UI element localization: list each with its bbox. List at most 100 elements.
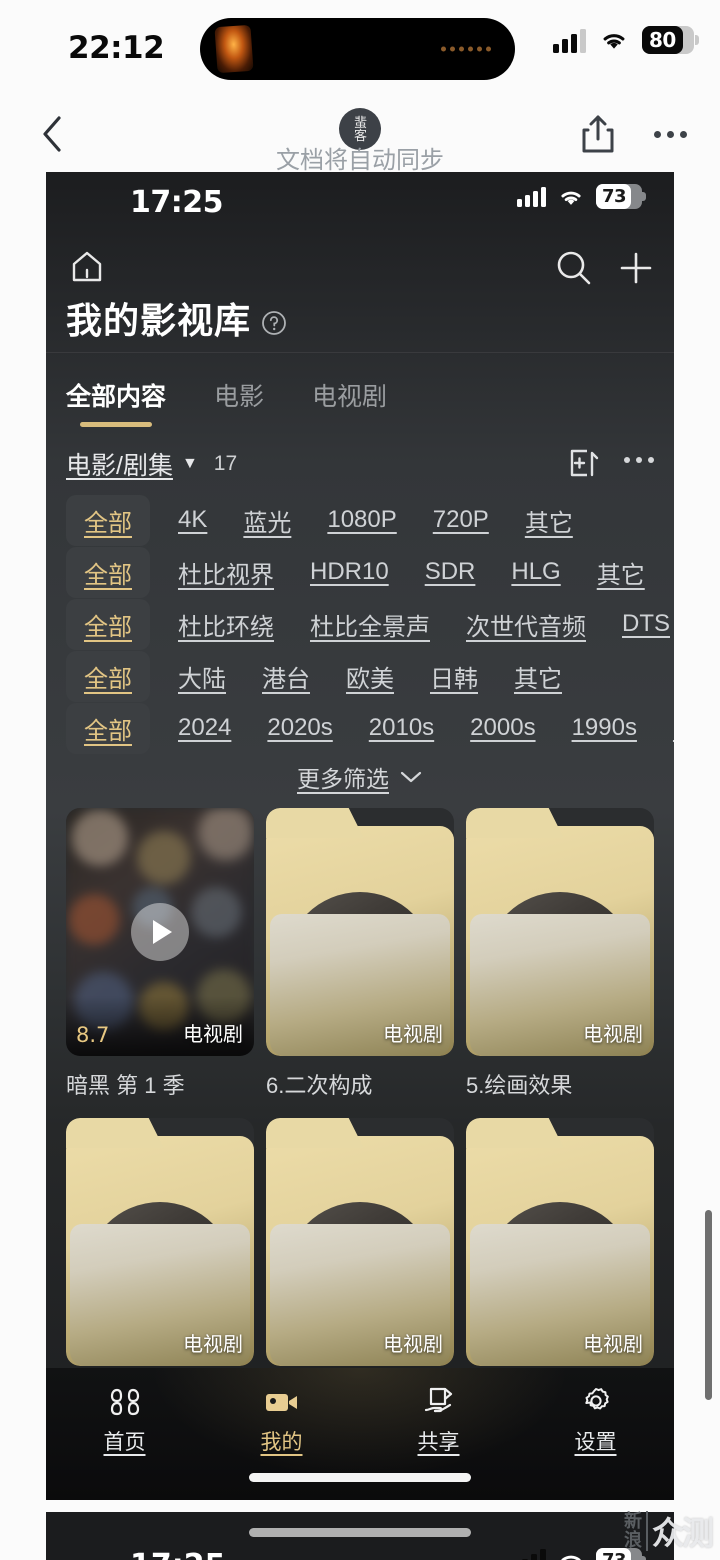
wifi-icon — [561, 191, 581, 205]
chip-item[interactable]: 2010s — [351, 714, 452, 742]
chip-item[interactable]: SDR — [407, 558, 494, 586]
chip-item[interactable]: 4K — [160, 506, 225, 534]
chevron-down-icon[interactable]: ▼ — [182, 455, 198, 473]
type-badge: 电视剧 — [583, 1024, 643, 1046]
battery-percent: 73 — [602, 186, 627, 207]
filter-row-audio: 全部 杜比环绕 杜比全景声 次世代音频 DTS 其它 — [46, 598, 674, 650]
screenshot-page: 22:12 80 蜚 客 文档将自动同步 17:25 73 我的影视库 全部内容… — [0, 0, 720, 1560]
chip-all[interactable]: 全部 — [66, 546, 150, 598]
bottom-nav-label: 共享 — [417, 1431, 460, 1454]
media-thumbnail[interactable]: 电视剧 — [266, 808, 454, 1056]
watermark-right: 众测 — [651, 1515, 714, 1551]
media-card[interactable]: 8.7 电视剧 暗黑 第 1 季 — [66, 808, 254, 1100]
chip-all[interactable]: 全部 — [66, 650, 150, 702]
help-circle-icon[interactable] — [261, 310, 287, 336]
bottom-nav-label: 设置 — [574, 1431, 617, 1454]
bottom-nav-item-settings[interactable]: 设置 — [517, 1368, 674, 1500]
chip-item[interactable]: 港台 — [244, 659, 328, 694]
bottom-navigation-bar: 首页 我的 共享 设置 — [46, 1368, 674, 1500]
filter-row-year: 全部 2024 2020s 2010s 2000s 1990s 1980s — [46, 702, 674, 754]
chip-item[interactable]: 日韩 — [412, 659, 496, 694]
embedded-app-background: 17:25 73 我的影视库 全部内容 电影 电视剧 电影/剧集 ▼ 17 全部… — [46, 172, 674, 1500]
more-filters-label: 更多筛选 — [297, 766, 389, 792]
type-badge: 电视剧 — [383, 1024, 443, 1046]
tab-tv-series[interactable]: 电视剧 — [312, 377, 387, 427]
search-icon — [557, 251, 591, 285]
more-horizontal-icon — [624, 457, 630, 463]
watermark: 新 浪 众测 — [624, 1508, 714, 1554]
media-card[interactable]: 电视剧 2.清晰化 — [466, 1118, 654, 1410]
tab-movies[interactable]: 电影 — [214, 377, 264, 427]
filter-row-dynamic-range: 全部 杜比视界 HDR10 SDR HLG 其它 — [46, 546, 674, 598]
chip-item[interactable]: HLG — [493, 558, 578, 586]
more-filters-button[interactable]: 更多筛选 — [46, 760, 674, 794]
media-card[interactable]: 电视剧 4.身形修饰 — [66, 1118, 254, 1410]
media-thumbnail[interactable]: 电视剧 — [66, 1118, 254, 1366]
add-button[interactable] — [614, 246, 662, 294]
play-button[interactable] — [131, 903, 189, 961]
gear-icon — [579, 1384, 613, 1420]
chip-all[interactable]: 全部 — [66, 702, 150, 754]
filter-header: 电影/剧集 ▼ 17 — [66, 444, 654, 484]
tab-all-content[interactable]: 全部内容 — [66, 377, 166, 427]
battery-percent: 73 — [596, 1550, 627, 1560]
chip-item[interactable]: 2020s — [249, 714, 350, 742]
filter-row-resolution: 全部 4K 蓝光 1080P 720P 其它 — [46, 494, 674, 546]
chip-item[interactable]: 杜比环绕 — [160, 607, 292, 642]
media-thumbnail[interactable]: 电视剧 — [466, 808, 654, 1056]
home-indicator — [249, 1473, 471, 1482]
chip-item[interactable]: 其它 — [579, 555, 663, 590]
media-card[interactable]: 电视剧 6.二次构成 — [266, 808, 454, 1100]
search-button[interactable] — [552, 246, 600, 294]
chip-item[interactable]: 杜比视界 — [160, 555, 292, 590]
sort-add-icon[interactable] — [566, 446, 600, 480]
battery-icon: 73 — [596, 184, 646, 209]
chip-item[interactable]: 1080P — [309, 506, 414, 534]
chip-all[interactable]: 全部 — [66, 494, 150, 546]
chip-item[interactable]: 其它 — [496, 659, 580, 694]
page-title-row: 我的影视库 — [66, 292, 287, 344]
video-camera-icon — [264, 1384, 300, 1420]
type-badge: 电视剧 — [183, 1024, 243, 1046]
chip-item[interactable]: 欧美 — [328, 659, 412, 694]
share-folder-icon — [422, 1384, 456, 1420]
chip-item[interactable]: 1990s — [554, 714, 655, 742]
chip-item[interactable]: 其它 — [507, 503, 591, 538]
embedded-screenshot: 17:25 73 我的影视库 全部内容 电影 电视剧 电影/剧集 ▼ 17 全部… — [46, 172, 674, 1500]
os-status-indicators: 80 — [553, 26, 699, 54]
media-thumbnail[interactable]: 电视剧 — [266, 1118, 454, 1366]
wifi-icon — [603, 34, 625, 49]
media-thumbnail[interactable]: 8.7 电视剧 — [66, 808, 254, 1056]
play-icon — [153, 920, 172, 944]
filter-more-button[interactable] — [624, 457, 654, 463]
media-title: 6.二次构成 — [266, 1073, 373, 1098]
chip-item[interactable]: 2000s — [452, 714, 553, 742]
media-card[interactable]: 电视剧 3.面部修饰 — [266, 1118, 454, 1410]
home-button[interactable] — [66, 246, 114, 294]
chip-item[interactable]: HDR10 — [292, 558, 407, 586]
chip-item[interactable]: 蓝光 — [225, 503, 309, 538]
chip-item[interactable]: 次世代音频 — [448, 607, 604, 642]
chip-item[interactable]: 720P — [415, 506, 507, 534]
filter-category-label[interactable]: 电影/剧集 — [66, 446, 173, 482]
media-card[interactable]: 电视剧 5.绘画效果 — [466, 808, 654, 1100]
chip-item[interactable]: 大陆 — [160, 659, 244, 694]
chip-item[interactable]: 2024 — [160, 714, 249, 742]
title-divider — [46, 352, 674, 353]
chip-item[interactable]: DTS — [604, 610, 674, 638]
os-clock: 22:12 — [68, 30, 165, 66]
dynamic-island-thumbnail — [214, 24, 254, 74]
embedded-status-bar: 17:25 73 — [46, 172, 674, 234]
dynamic-island[interactable] — [200, 18, 515, 80]
watermark-divider — [645, 1511, 648, 1551]
media-thumbnail[interactable]: 电视剧 — [466, 1118, 654, 1366]
page-title: 我的影视库 — [66, 300, 252, 341]
chip-item[interactable]: 1980s — [655, 714, 674, 742]
type-badge: 电视剧 — [583, 1334, 643, 1356]
page-scrollbar[interactable] — [705, 1210, 712, 1400]
media-grid: 8.7 电视剧 暗黑 第 1 季 电视剧 6.二次构成 电视剧 5.绘画效果 电… — [66, 808, 666, 1410]
chip-all[interactable]: 全部 — [66, 598, 150, 650]
chip-item[interactable]: 杜比全景声 — [292, 607, 448, 642]
home-icon — [72, 251, 102, 282]
bottom-nav-item-home[interactable]: 首页 — [46, 1368, 203, 1500]
